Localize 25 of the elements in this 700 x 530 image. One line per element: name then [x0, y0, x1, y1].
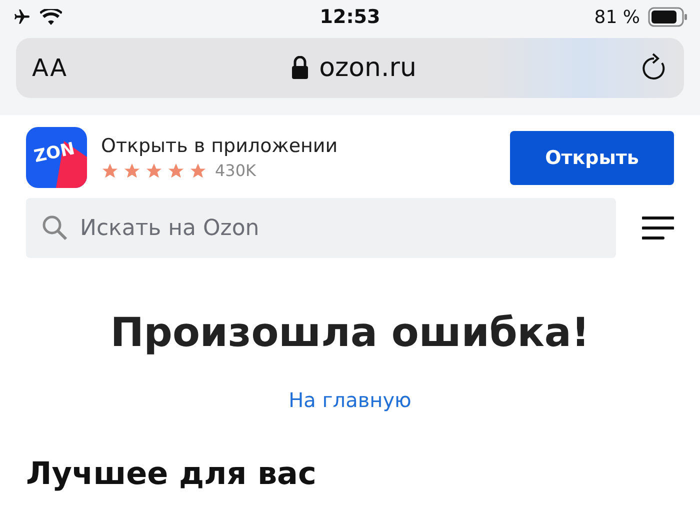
clock-time: 12:53 — [320, 6, 380, 28]
review-count: 430K — [215, 161, 256, 180]
star-icon — [101, 162, 119, 180]
lock-icon — [291, 56, 310, 80]
star-icon — [189, 162, 207, 180]
star-icon — [123, 162, 141, 180]
address-bar[interactable]: AA ozon.ru — [16, 38, 684, 98]
battery-percent: 81 % — [594, 6, 640, 28]
app-logo: ZON — [26, 127, 87, 188]
battery-icon — [648, 7, 688, 27]
url-text: ozon.ru — [319, 53, 416, 83]
home-link[interactable]: На главную — [288, 388, 412, 412]
text-size-button[interactable]: AA — [32, 54, 68, 82]
star-icon — [145, 162, 163, 180]
star-icon — [167, 162, 185, 180]
section-heading: Лучшее для вас — [26, 456, 318, 492]
wifi-icon — [40, 9, 62, 25]
search-field[interactable]: Искать на Ozon — [26, 198, 616, 258]
open-button[interactable]: Открыть — [510, 130, 674, 184]
search-icon — [42, 215, 68, 241]
menu-icon[interactable] — [642, 216, 674, 240]
error-heading: Произошла ошибка! — [109, 310, 591, 356]
search-input[interactable]: Искать на Ozon — [78, 214, 600, 242]
banner-title: Открыть в приложении — [101, 135, 339, 157]
airplane-icon — [12, 8, 32, 26]
